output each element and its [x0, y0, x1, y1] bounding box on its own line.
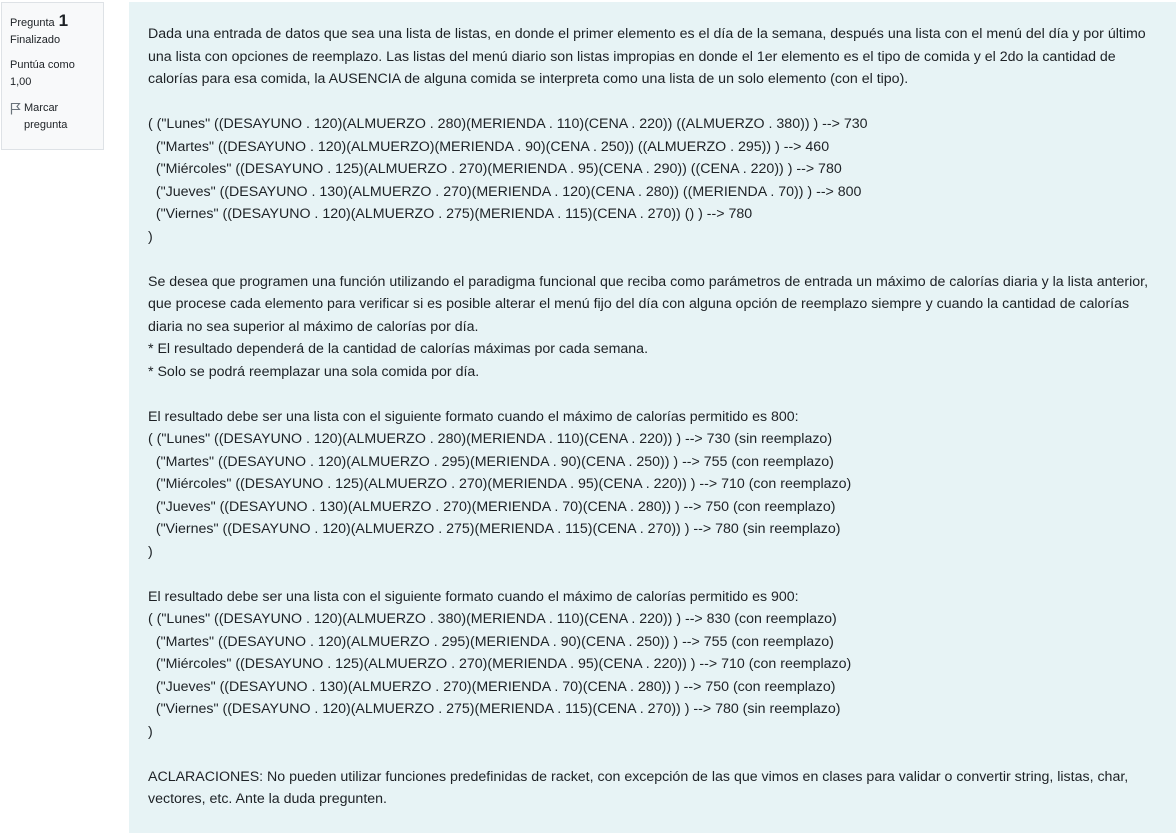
question-label-text: Pregunta — [10, 17, 55, 29]
input-example-line: ("Jueves" ((DESAYUNO . 130)(ALMUERZO . 2… — [148, 183, 862, 200]
note-max-calories: * El resultado dependerá de la cantidad … — [148, 341, 649, 357]
input-example: ( ("Lunes" ((DESAYUNO . 120)(ALMUERZO . … — [148, 113, 1158, 248]
result-800-list: ( ("Lunes" ((DESAYUNO . 120)(ALMUERZO . … — [148, 428, 1158, 563]
question-state: Finalizado — [10, 34, 61, 46]
flag-question-link[interactable]: Marcar pregunta — [10, 100, 95, 134]
result-800-line: ("Viernes" ((DESAYUNO . 120)(ALMUERZO . … — [148, 521, 841, 537]
intro-paragraph: Dada una entrada de datos que sea una li… — [148, 26, 1146, 87]
result-900-line: ("Viernes" ((DESAYUNO . 120)(ALMUERZO . … — [148, 701, 841, 717]
input-example-line: ( ("Lunes" ((DESAYUNO . 120)(ALMUERZO . … — [148, 116, 868, 132]
result-900-heading: El resultado debe ser una lista con el s… — [148, 588, 799, 605]
input-example-line: ("Martes" ((DESAYUNO . 120)(ALMUERZO)(ME… — [148, 138, 830, 155]
grade-label: Puntúa como — [10, 59, 75, 71]
note-single-replacement: * Solo se podrá reemplazar una sola comi… — [148, 363, 480, 380]
result-900-line: ("Martes" ((DESAYUNO . 120)(ALMUERZO . 2… — [148, 633, 834, 650]
result-800-line: ("Martes" ((DESAYUNO . 120)(ALMUERZO . 2… — [148, 453, 834, 470]
quiz-review-page: Pregunta 1 Finalizado Puntúa como 1,00 M… — [0, 0, 1176, 833]
result-900-line: ("Miércoles" ((DESAYUNO . 125)(ALMUERZO … — [148, 656, 852, 672]
result-900-line: ) — [148, 723, 153, 740]
result-800-heading: El resultado debe ser una lista con el s… — [148, 408, 799, 425]
clarifications-paragraph: ACLARACIONES: No pueden utilizar funcion… — [148, 768, 1129, 808]
result-800-line: ("Miércoles" ((DESAYUNO . 125)(ALMUERZO … — [148, 476, 852, 492]
flag-icon — [10, 102, 21, 115]
question-number: 1 — [58, 11, 69, 30]
result-800-line: ) — [148, 543, 153, 560]
input-example-line: ("Viernes" ((DESAYUNO . 120)(ALMUERZO . … — [148, 206, 753, 222]
result-800-line: ("Jueves" ((DESAYUNO . 130)(ALMUERZO . 2… — [148, 498, 836, 515]
result-900-line: ("Jueves" ((DESAYUNO . 130)(ALMUERZO . 2… — [148, 678, 836, 695]
question-number-label: Pregunta 1 — [10, 12, 95, 32]
question-info: Pregunta 1 Finalizado Puntúa como 1,00 M… — [1, 2, 104, 150]
question-grade: Puntúa como 1,00 — [10, 57, 95, 91]
grade-value: 1,00 — [10, 76, 32, 88]
flag-label: Marcar pregunta — [24, 102, 68, 131]
input-example-line: ) — [148, 228, 153, 245]
result-800-line: ( ("Lunes" ((DESAYUNO . 120)(ALMUERZO . … — [148, 431, 833, 447]
task-paragraph: Se desea que programen una función utili… — [148, 273, 1149, 335]
input-example-line: ("Miércoles" ((DESAYUNO . 125)(ALMUERZO … — [148, 161, 842, 177]
question-text: Dada una entrada de datos que sea una li… — [129, 2, 1176, 833]
result-900-list: ( ("Lunes" ((DESAYUNO . 120)(ALMUERZO . … — [148, 608, 1158, 743]
result-900-line: ( ("Lunes" ((DESAYUNO . 120)(ALMUERZO . … — [148, 611, 837, 627]
